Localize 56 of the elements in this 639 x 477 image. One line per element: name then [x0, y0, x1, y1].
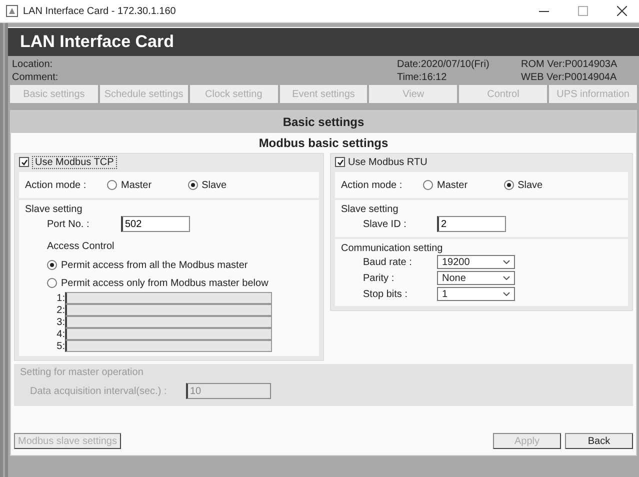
row-number: 3: — [56, 316, 65, 328]
radio-button[interactable] — [504, 180, 514, 190]
maximize-icon[interactable] — [578, 6, 588, 16]
checkbox[interactable] — [19, 157, 29, 167]
radio-button[interactable] — [423, 180, 433, 190]
group-title: Slave setting — [341, 204, 400, 215]
radio-button[interactable] — [107, 180, 117, 190]
chevron-icon — [503, 276, 510, 280]
checkbox[interactable] — [335, 157, 345, 167]
row-number: 2: — [56, 304, 65, 316]
close-icon[interactable] — [617, 6, 627, 16]
slave-id-field[interactable]: 2 — [437, 216, 506, 232]
date-text: Date:2020/07/10(Fri) — [397, 59, 490, 70]
group-title: Communication setting — [341, 243, 444, 254]
location-label: Location: — [12, 59, 54, 70]
radio-button[interactable] — [47, 278, 57, 288]
time-text: Time:16:12 — [397, 72, 448, 83]
field-label: Slave ID : — [363, 218, 408, 230]
port-field[interactable]: 502 — [121, 216, 190, 232]
radio-label: Master — [437, 180, 468, 190]
app-icon — [6, 5, 18, 17]
comment-label: Comment: — [12, 72, 60, 83]
row-number: 5: — [56, 340, 65, 352]
radio-button[interactable] — [47, 260, 57, 270]
radio-label: Permit access from all the Modbus master — [61, 260, 248, 270]
chevron-icon — [503, 260, 510, 264]
field-label: Stop bits : — [363, 288, 408, 300]
row-number: 1: — [56, 292, 65, 304]
checkbox-label: Use Modbus TCP — [32, 156, 117, 168]
field-label: Baud rate : — [363, 256, 413, 268]
radio-label: Slave — [518, 180, 543, 190]
chevron-icon — [503, 292, 510, 296]
web-version: WEB Ver:P0014904A — [521, 72, 618, 83]
group-title: Access Control — [47, 241, 116, 252]
field-label: Data acquisition interval(sec.) : — [30, 386, 168, 396]
radio-label: Permit access only from Modbus master below — [61, 278, 268, 288]
group-title: Setting for master operation — [20, 367, 144, 378]
window-title: LAN Interface Card - 172.30.1.160 — [23, 6, 177, 16]
app-header: LAN Interface Card — [8, 27, 639, 56]
group-title: Slave setting — [25, 204, 84, 215]
dropdown[interactable]: None — [437, 271, 515, 285]
checkbox-label: Use Modbus RTU — [348, 156, 428, 168]
field-label: Port No. : — [47, 218, 90, 230]
field-label: Action mode : — [25, 180, 88, 190]
rom-version: ROM Ver:P0014903A — [521, 59, 618, 70]
radio-button[interactable] — [188, 180, 198, 190]
row-number: 4: — [56, 328, 65, 340]
field-label: Action mode : — [341, 180, 404, 190]
radio-label: Slave — [202, 180, 227, 190]
radio-label: Master — [121, 180, 152, 190]
dropdown[interactable]: 19200 — [437, 255, 515, 269]
page-title: Basic settings — [11, 111, 636, 133]
section-title: Modbus basic settings — [258, 135, 390, 152]
field-label: Parity : — [363, 272, 396, 284]
dropdown[interactable]: 1 — [437, 287, 515, 301]
action-button[interactable]: Back — [565, 433, 633, 449]
